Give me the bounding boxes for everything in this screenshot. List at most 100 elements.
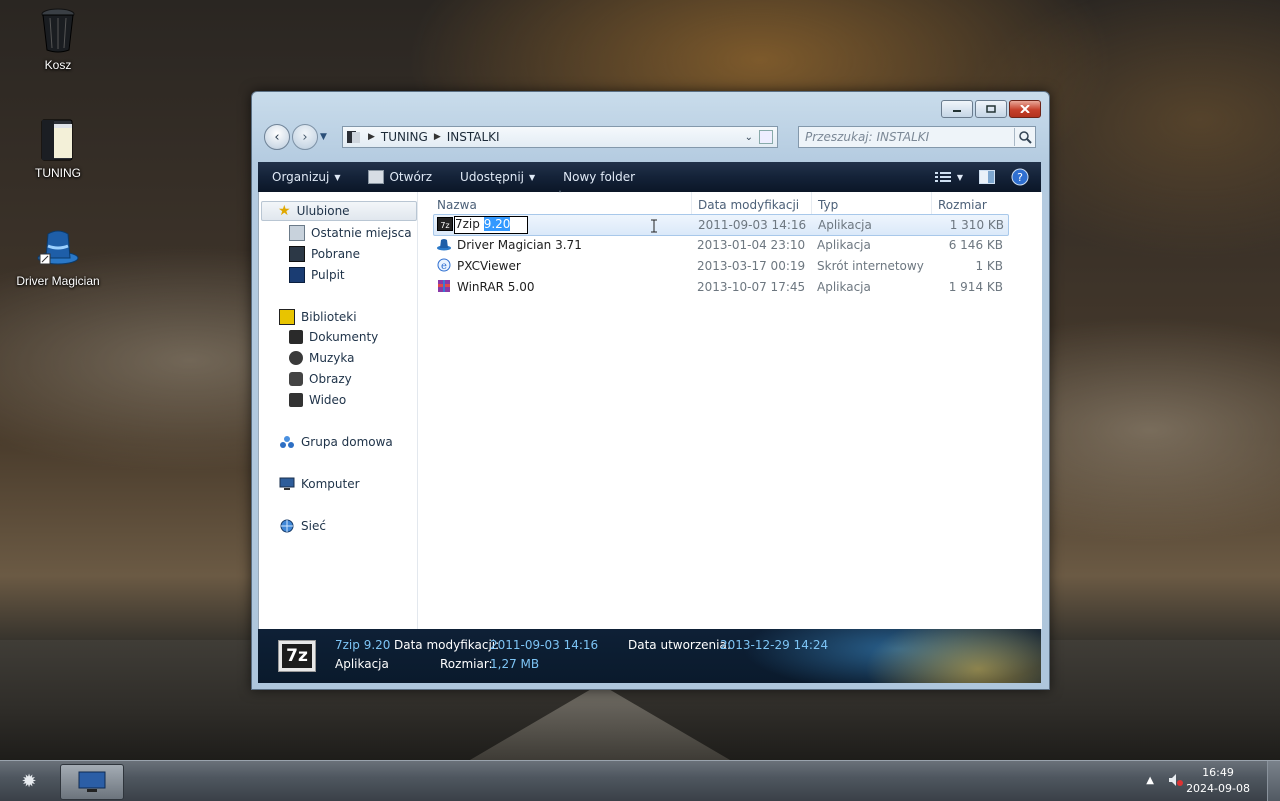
7zip-large-icon: 7z	[278, 640, 316, 672]
nav-homegroup[interactable]: Grupa domowa	[279, 435, 393, 449]
details-created-value: 2013-12-29 14:24	[720, 638, 829, 652]
share-button[interactable]: Udostępnij ▼	[446, 162, 549, 192]
forward-button[interactable]: ›	[292, 124, 318, 150]
address-bar[interactable]: ▶ TUNING ▶ INSTALKI ⌄	[342, 126, 778, 148]
magician-hat-icon	[37, 230, 79, 265]
rename-text-unselected: 7zip	[455, 217, 484, 231]
recycle-bin-icon	[41, 8, 75, 53]
show-hidden-icons-icon[interactable]: ▲	[1146, 775, 1154, 786]
nav-label: Ulubione	[296, 204, 350, 218]
maximize-button[interactable]	[975, 100, 1007, 118]
show-desktop-button[interactable]	[1267, 761, 1280, 801]
sort-ascending-icon: ˄	[558, 190, 562, 199]
new-folder-label: Nowy folder	[563, 170, 636, 184]
svg-text:?: ?	[1017, 171, 1023, 184]
search-box[interactable]: Przeszukaj: INSTALKI	[798, 126, 1036, 148]
nav-desktop[interactable]: Pulpit	[289, 267, 345, 283]
breadcrumb-instalki[interactable]: INSTALKI	[447, 130, 500, 144]
breadcrumb-tuning[interactable]: TUNING	[381, 130, 428, 144]
new-folder-button[interactable]: Nowy folder	[549, 162, 649, 192]
organize-button[interactable]: Organizuj ▼	[258, 162, 354, 192]
column-divider[interactable]	[691, 192, 692, 216]
file-size: 1 KB	[975, 259, 1003, 273]
column-divider[interactable]	[811, 192, 812, 216]
file-row-pxcviewer[interactable]: e PXCViewer 2013-03-17 00:19 Skrót inter…	[433, 256, 1007, 276]
details-pane: 7z 7zip 9.20 Aplikacja Data modyfikacji:…	[258, 629, 1041, 683]
file-row-driver-magician[interactable]: Driver Magician 3.71 2013-01-04 23:10 Ap…	[433, 235, 1007, 255]
file-list: ˄ Nazwa Data modyfikacji Typ Rozmiar 7z …	[419, 190, 1042, 629]
column-header-type[interactable]: Typ	[818, 198, 838, 212]
file-type: Skrót internetowy	[817, 259, 924, 273]
nav-label: Obrazy	[309, 372, 352, 386]
desktop-icon-driver-magician[interactable]: Driver Magician	[8, 224, 108, 288]
search-icon[interactable]	[1014, 128, 1035, 146]
help-icon[interactable]: ?	[1011, 168, 1029, 186]
preview-pane-icon[interactable]	[979, 170, 995, 184]
view-options-button[interactable]: ▼	[934, 171, 963, 183]
content-area: ★ Ulubione Ostatnie miejsca Pobrane Pulp…	[258, 190, 1042, 629]
nav-music[interactable]: Muzyka	[289, 351, 354, 365]
nav-favorites[interactable]: ★ Ulubione	[261, 201, 417, 221]
nav-documents[interactable]: Dokumenty	[289, 330, 378, 344]
file-type: Aplikacja	[817, 280, 871, 294]
details-modified-value: 2011-09-03 14:16	[490, 638, 599, 652]
nav-libraries[interactable]: Biblioteki	[279, 309, 357, 325]
breadcrumb-separator-icon: ▶	[433, 132, 441, 142]
svg-text:7z: 7z	[440, 221, 449, 230]
back-button[interactable]: ‹	[264, 124, 290, 150]
rename-text-selected: 9.20	[483, 217, 511, 231]
organize-label: Organizuj	[272, 170, 330, 184]
speaker-muted-icon[interactable]	[1168, 773, 1184, 787]
nav-pictures[interactable]: Obrazy	[289, 372, 352, 386]
nav-label: Ostatnie miejsca	[311, 226, 412, 240]
navigation-pane: ★ Ulubione Ostatnie miejsca Pobrane Pulp…	[259, 192, 418, 629]
search-input[interactable]: Przeszukaj: INSTALKI	[799, 130, 1014, 144]
star-icon: ★	[278, 203, 291, 219]
chevron-down-icon: ▼	[529, 172, 536, 182]
minimize-button[interactable]	[941, 100, 973, 118]
recent-pages-dropdown[interactable]: ▼	[320, 132, 327, 142]
desktop-icon-tuning-folder[interactable]: TUNING	[8, 116, 108, 180]
explorer-icon	[78, 771, 106, 792]
maximize-icon	[986, 105, 996, 113]
address-dropdown-icon[interactable]: ⌄	[745, 132, 753, 143]
network-icon	[280, 519, 294, 533]
file-modified: 2013-10-07 17:45	[697, 280, 806, 294]
details-size-label: Rozmiar:	[440, 657, 493, 671]
column-header-name[interactable]: Nazwa	[437, 198, 477, 212]
system-tray: ▲	[1146, 773, 1184, 787]
clock-time: 16:49	[1202, 766, 1234, 779]
documents-icon	[289, 330, 303, 344]
window-controls	[941, 100, 1041, 118]
7zip-large-icon-text: 7z	[282, 644, 312, 668]
chevron-down-icon: ▼	[334, 172, 341, 182]
column-divider[interactable]	[931, 192, 932, 216]
clock[interactable]: 16:49 2024-09-08	[1186, 765, 1250, 797]
close-button[interactable]	[1009, 100, 1041, 118]
file-name: PXCViewer	[457, 259, 521, 273]
desktop-icon-recycle-bin[interactable]: Kosz	[8, 8, 108, 72]
breadcrumb-separator-icon: ▶	[368, 132, 375, 142]
nav-recent-places[interactable]: Ostatnie miejsca	[289, 225, 412, 241]
column-header-modified[interactable]: Data modyfikacji	[698, 198, 799, 212]
forward-arrow-icon: ›	[302, 129, 308, 145]
nav-video[interactable]: Wideo	[289, 393, 346, 407]
nav-network[interactable]: Sieć	[279, 519, 326, 533]
start-orb-icon: ✹	[21, 770, 37, 792]
taskbar-explorer-button[interactable]	[60, 764, 124, 800]
open-button[interactable]: Otwórz	[354, 162, 446, 192]
rename-input[interactable]: 7zip 9.20	[454, 216, 528, 234]
file-row-7zip[interactable]: 7z 7zip 9.20 2011-09-03 14:16 Aplikacja …	[433, 214, 1009, 236]
chevron-down-icon: ▼	[956, 172, 963, 182]
nav-computer[interactable]: Komputer	[279, 477, 360, 491]
window-icon	[368, 170, 385, 184]
file-row-winrar[interactable]: WinRAR 5.00 2013-10-07 17:45 Aplikacja 1…	[433, 277, 1007, 297]
minimize-icon	[953, 110, 961, 112]
nav-downloads[interactable]: Pobrane	[289, 246, 360, 262]
share-label: Udostępnij	[460, 170, 525, 184]
refresh-icon[interactable]	[759, 130, 773, 144]
chevron-down-icon: ▼	[320, 132, 327, 142]
nav-label: Pulpit	[311, 268, 345, 282]
column-header-size[interactable]: Rozmiar	[938, 198, 987, 212]
start-button[interactable]: ✹	[12, 767, 46, 795]
